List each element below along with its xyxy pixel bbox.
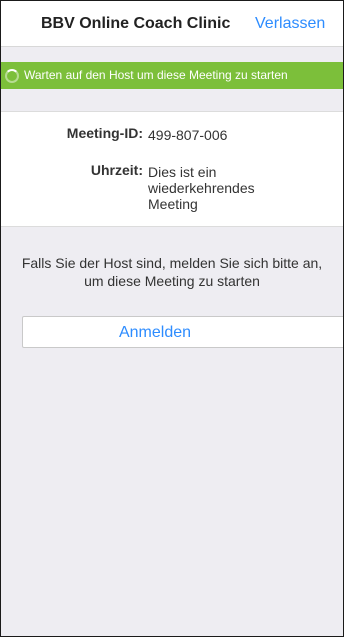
spinner-icon [5,69,19,83]
host-prompt-line-1: Falls Sie der Host sind, melden Sie sich… [21,255,323,271]
meeting-info-panel: Meeting-ID: 499-807-006 Uhrzeit: Dies is… [1,111,343,227]
meeting-title: BBV Online Coach Clinic [41,15,231,32]
host-prompt-line-2: um diese Meeting zu starten [84,273,260,289]
time-label: Uhrzeit: [90,162,143,178]
login-button-label: Anmelden [118,324,192,341]
leave-button[interactable]: Verlassen [255,15,325,33]
status-message: Warten auf den Host um diese Meeting zu … [24,68,288,82]
meeting-id-value: 499-807-006 [148,127,228,143]
login-button[interactable]: Anmelden [22,316,343,348]
meeting-id-label: Meeting-ID: [66,125,143,141]
host-login-prompt: Falls Sie der Host sind, melden Sie sich… [1,254,343,290]
meeting-screen: BBV Online Coach Clinic Verlassen Warten… [0,0,344,637]
status-banner: Warten auf den Host um diese Meeting zu … [1,62,343,89]
time-value: Dies ist ein wiederkehrendes Meeting [148,164,255,212]
top-bar: BBV Online Coach Clinic Verlassen [1,1,343,47]
